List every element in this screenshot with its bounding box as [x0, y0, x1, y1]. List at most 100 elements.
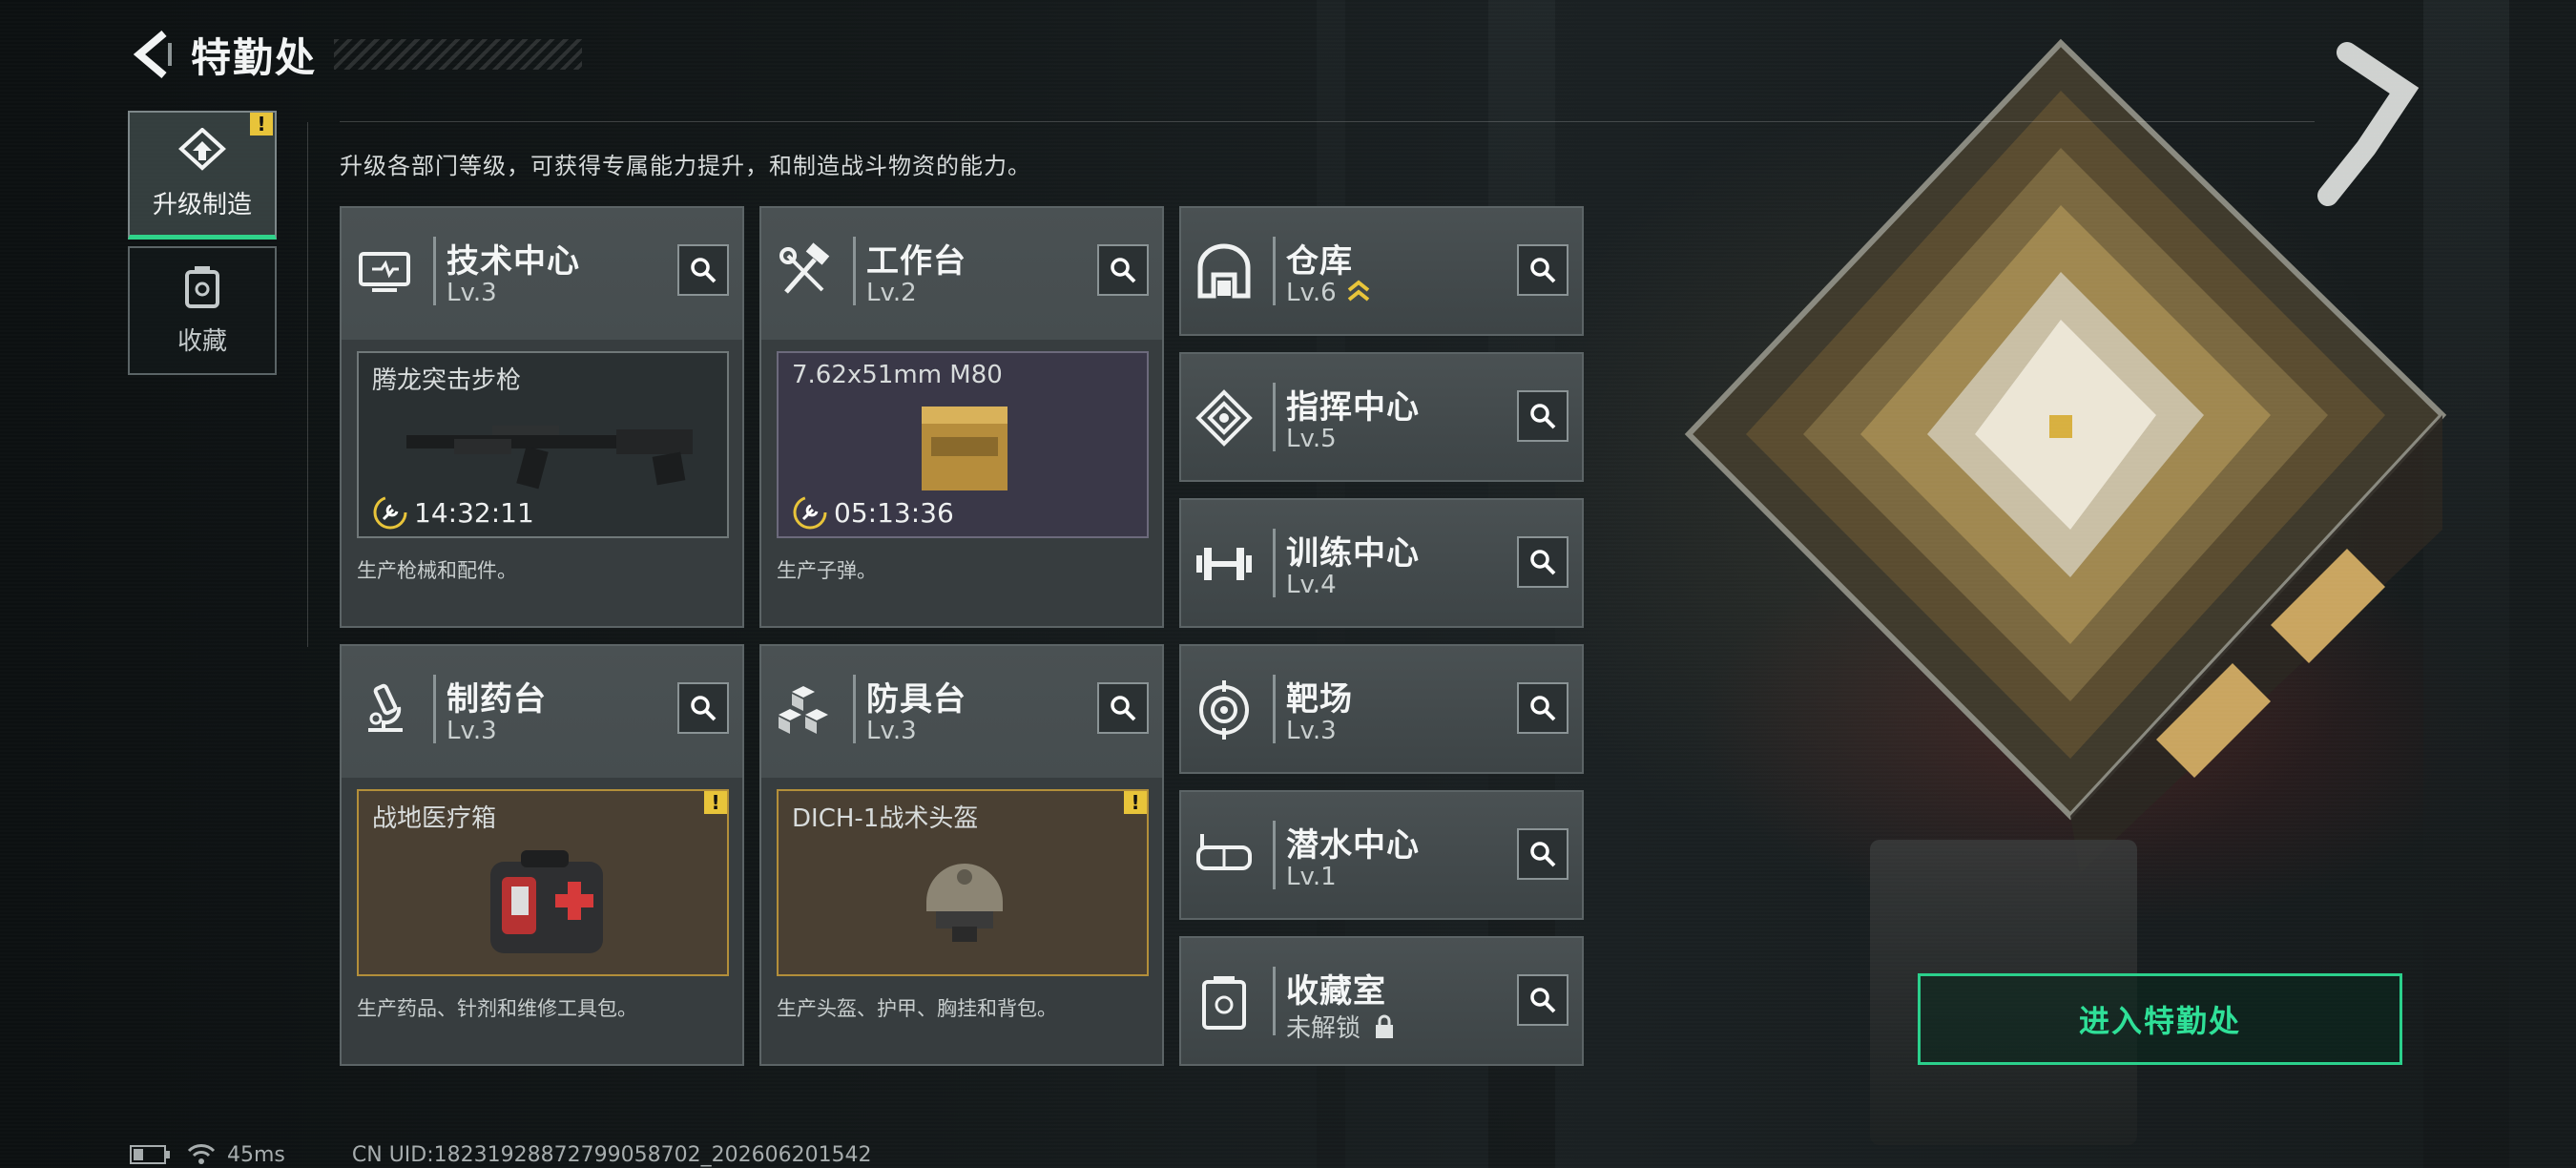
- department-level: Lv.6: [1286, 279, 1371, 307]
- department-card-warehouse[interactable]: 仓库 Lv.6: [1179, 206, 1584, 336]
- product-name: 腾龙突击步枪: [372, 366, 522, 395]
- department-card-training[interactable]: 训练中心 Lv.4: [1179, 498, 1584, 628]
- search-icon: [1530, 696, 1556, 721]
- collection-icon: [185, 266, 219, 308]
- search-button[interactable]: [1517, 682, 1568, 734]
- department-name: 指挥中心: [1286, 388, 1420, 427]
- alert-badge: !: [704, 791, 727, 814]
- department-level: Lv.3: [866, 717, 917, 745]
- page-subtitle: 升级各部门等级，可获得专属能力提升，和制造战斗物资的能力。: [340, 153, 1031, 179]
- warehouse-icon: [1197, 243, 1251, 299]
- department-level: Lv.3: [447, 279, 497, 307]
- search-icon: [691, 696, 717, 721]
- search-button[interactable]: [1097, 682, 1149, 734]
- divider: [340, 121, 2315, 122]
- search-button[interactable]: [677, 244, 729, 296]
- goggles-icon: [1196, 834, 1252, 870]
- department-card-collection-room[interactable]: 收藏室 未解锁: [1179, 936, 1584, 1066]
- upgrade-chevron-icon: [1347, 280, 1370, 302]
- tab-upgrade-craft[interactable]: ! 升级制造: [128, 111, 277, 240]
- department-card-command[interactable]: 指挥中心 Lv.5: [1179, 352, 1584, 482]
- dumbbell-icon: [1196, 548, 1252, 580]
- department-description: 生产头盔、护甲、胸挂和背包。: [777, 997, 1057, 1020]
- product-name: DICH-1战术头盔: [792, 804, 979, 833]
- department-name: 靶场: [1286, 680, 1353, 719]
- search-button[interactable]: [1517, 244, 1568, 296]
- divider: [307, 122, 308, 647]
- battery-icon: [130, 1145, 170, 1164]
- production-slot[interactable]: 腾龙突击步枪 14:32:11: [357, 351, 729, 538]
- department-level: Lv.4: [1286, 571, 1337, 599]
- timer-text: 05:13:36: [834, 496, 954, 529]
- production-timer: 14:32:11: [372, 494, 534, 531]
- user-uid: CN UID:18231928872799058702_202606201542: [351, 1142, 872, 1167]
- department-name: 技术中心: [447, 242, 580, 281]
- wrench-timer-icon: [793, 495, 827, 530]
- department-card-armor[interactable]: 防具台 Lv.3 ! DICH-1战术头盔 生产头盔、护甲、胸挂和背包。: [759, 644, 1164, 1066]
- department-name: 潜水中心: [1286, 826, 1420, 865]
- search-button[interactable]: [1517, 390, 1568, 442]
- armor-blocks-icon: [779, 686, 828, 734]
- department-description: 生产子弹。: [777, 559, 877, 582]
- helmet-image: [926, 864, 1003, 942]
- ping-value: 45ms: [227, 1142, 285, 1167]
- alert-badge: !: [1124, 791, 1147, 814]
- department-name: 训练中心: [1286, 534, 1420, 573]
- search-button[interactable]: [1517, 974, 1568, 1026]
- search-button[interactable]: [1517, 828, 1568, 880]
- wrench-timer-icon: [373, 495, 407, 530]
- department-level: Lv.3: [447, 717, 497, 745]
- department-card-workbench[interactable]: 工作台 Lv.2 7.62x51mm M80 05:13:36 生产子弹。: [759, 206, 1164, 628]
- alert-badge: !: [250, 113, 273, 136]
- department-card-pharmacy[interactable]: 制药台 Lv.3 ! 战地医疗箱 生产药品、针剂和维修工具包。: [340, 644, 744, 1066]
- hammer-wrench-icon: [779, 242, 830, 294]
- department-description: 生产枪械和配件。: [357, 559, 517, 582]
- department-name: 工作台: [866, 242, 966, 281]
- department-name: 仓库: [1286, 242, 1353, 281]
- production-slot[interactable]: ! 战地医疗箱: [357, 789, 729, 976]
- tab-collection[interactable]: 收藏: [128, 246, 277, 375]
- ammo-box-image: [922, 407, 1008, 490]
- tab-label: 收藏: [177, 327, 227, 356]
- department-level: Lv.3: [1286, 717, 1337, 745]
- search-icon: [1530, 550, 1556, 575]
- search-icon: [691, 258, 717, 283]
- department-name: 制药台: [447, 680, 547, 719]
- search-icon: [1530, 258, 1556, 283]
- department-name: 收藏室: [1286, 972, 1386, 1011]
- product-name: 7.62x51mm M80: [792, 361, 1003, 389]
- lock-icon: [1376, 1014, 1394, 1038]
- microscope-icon: [368, 683, 403, 732]
- upgrade-diamond-icon: [178, 127, 226, 171]
- department-card-range[interactable]: 靶场 Lv.3: [1179, 644, 1584, 774]
- production-slot[interactable]: 7.62x51mm M80 05:13:36: [777, 351, 1149, 538]
- collection-icon: [1202, 976, 1246, 1030]
- department-card-tech-center[interactable]: 技术中心 Lv.3 腾龙突击步枪 14:32:11 生产枪械和配件。: [340, 206, 744, 628]
- department-card-diving[interactable]: 潜水中心 Lv.1: [1179, 790, 1584, 920]
- tab-label: 升级制造: [152, 190, 252, 219]
- search-button[interactable]: [1517, 536, 1568, 588]
- enter-special-ops-button[interactable]: 进入特勤处: [1918, 973, 2402, 1065]
- back-button[interactable]: [124, 26, 181, 83]
- department-level: Lv.2: [866, 279, 917, 307]
- search-icon: [1111, 258, 1136, 283]
- department-description: 生产药品、针剂和维修工具包。: [357, 997, 637, 1020]
- department-level: Lv.5: [1286, 425, 1337, 453]
- wifi-icon: [187, 1144, 216, 1164]
- monitor-icon: [359, 252, 410, 292]
- search-icon: [1111, 696, 1136, 721]
- status-bar: 45ms CN UID:18231928872799058702_2026062…: [130, 1141, 872, 1168]
- production-slot[interactable]: ! DICH-1战术头盔: [777, 789, 1149, 976]
- target-icon: [1199, 680, 1249, 740]
- search-button[interactable]: [1097, 244, 1149, 296]
- search-icon: [1530, 404, 1556, 429]
- search-button[interactable]: [677, 682, 729, 734]
- department-name: 防具台: [866, 680, 966, 719]
- command-icon: [1195, 389, 1253, 447]
- department-level: Lv.1: [1286, 863, 1337, 891]
- search-icon: [1530, 988, 1556, 1013]
- medkit-image: [490, 850, 603, 953]
- back-arrow-icon: [133, 30, 172, 79]
- header: 特勤处: [124, 21, 583, 88]
- assault-rifle-image: [406, 426, 693, 490]
